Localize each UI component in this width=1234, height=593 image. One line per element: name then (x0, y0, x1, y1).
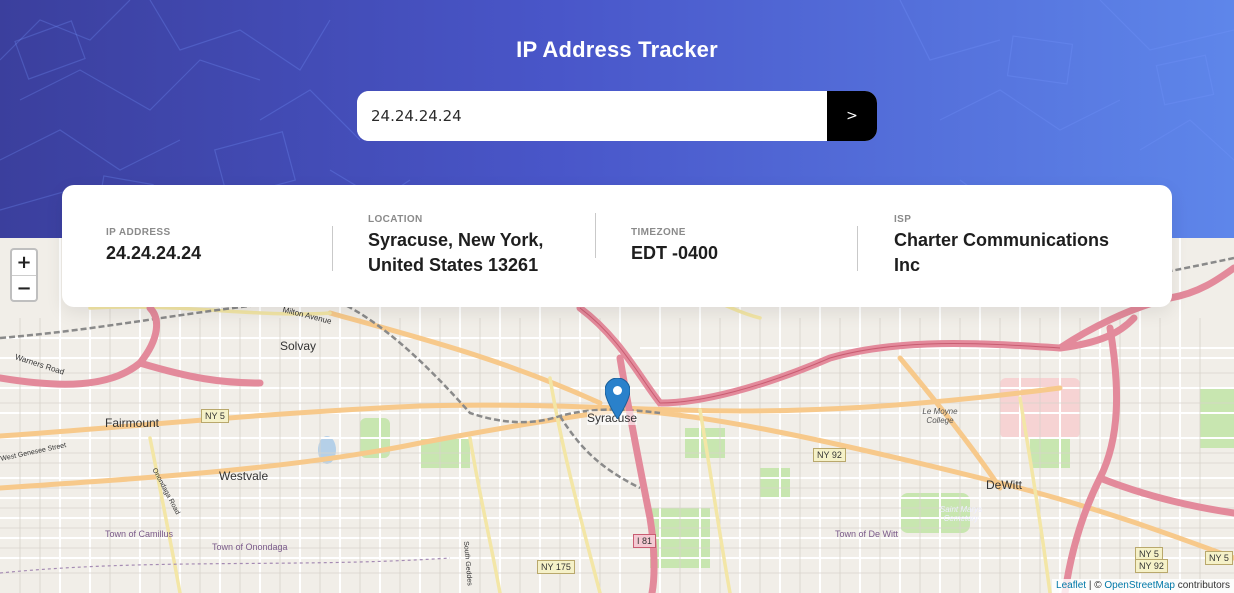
zoom-in-button[interactable]: + (12, 250, 36, 276)
search-submit-button[interactable]: > (827, 91, 877, 141)
ip-address-section: IP ADDRESS 24.24.24.24 (106, 227, 201, 266)
attribution-separator: | © (1086, 580, 1105, 591)
ip-search-input[interactable] (357, 91, 827, 141)
route-shield: NY 5 (201, 409, 229, 423)
ip-address-label: IP ADDRESS (106, 227, 171, 238)
location-label: LOCATION (368, 214, 423, 225)
route-shield: NY 5 (1205, 551, 1233, 565)
osm-link[interactable]: OpenStreetMap (1104, 580, 1175, 591)
page-title: IP Address Tracker (516, 37, 718, 62)
isp-line-1: Charter Communications (894, 230, 1110, 250)
chevron-right-icon: > (846, 108, 858, 124)
location-line-1: Syracuse, New York, (368, 230, 544, 250)
route-shield: I 81 (633, 534, 657, 548)
isp-value: Charter Communications Inc (894, 228, 1109, 278)
location-line-2: United States 13261 (368, 255, 539, 275)
zoom-control: + − (10, 248, 38, 302)
timezone-section: TIMEZONE EDT -0400 (631, 227, 718, 266)
map-label-town-onondaga: Town of Onondaga (212, 542, 288, 552)
divider (595, 213, 596, 258)
map-label-solvay: Solvay (280, 339, 317, 353)
map-label-fairmount: Fairmount (105, 416, 160, 430)
attribution-suffix: contributors (1174, 580, 1230, 591)
map-label-town-dewitt: Town of De Witt (835, 529, 899, 539)
search-bar: > (357, 91, 877, 141)
map-label-westvale: Westvale (219, 469, 269, 483)
ip-address-value: 24.24.24.24 (106, 243, 202, 263)
map-label-town-camillus: Town of Camillus (105, 529, 174, 539)
route-shield: NY 175 (537, 560, 575, 574)
zoom-out-button[interactable]: − (12, 276, 36, 300)
map-label-st-marys: Saint Marys Cemetery (939, 505, 983, 523)
map-label-dewitt: DeWitt (986, 478, 1022, 492)
divider (332, 226, 333, 271)
map-attribution: Leaflet | © OpenStreetMap contributors (1052, 579, 1234, 593)
location-value: Syracuse, New York, United States 13261 (368, 228, 543, 278)
location-pin-icon[interactable] (605, 378, 630, 419)
ip-info-card: IP ADDRESS 24.24.24.24 LOCATION Syracuse… (62, 185, 1172, 307)
leaflet-link[interactable]: Leaflet (1056, 580, 1086, 591)
route-shield: NY 92 (1135, 559, 1168, 573)
isp-label: ISP (894, 214, 912, 225)
timezone-value: EDT -0400 (631, 243, 719, 263)
isp-line-2: Inc (894, 255, 921, 275)
isp-section: ISP Charter Communications Inc (894, 214, 1109, 278)
map-label-le-moyne: Le Moyne College (922, 407, 958, 425)
divider (857, 226, 858, 271)
route-shield: NY 92 (813, 448, 846, 462)
location-section: LOCATION Syracuse, New York, United Stat… (368, 214, 543, 278)
timezone-label: TIMEZONE (631, 227, 686, 238)
